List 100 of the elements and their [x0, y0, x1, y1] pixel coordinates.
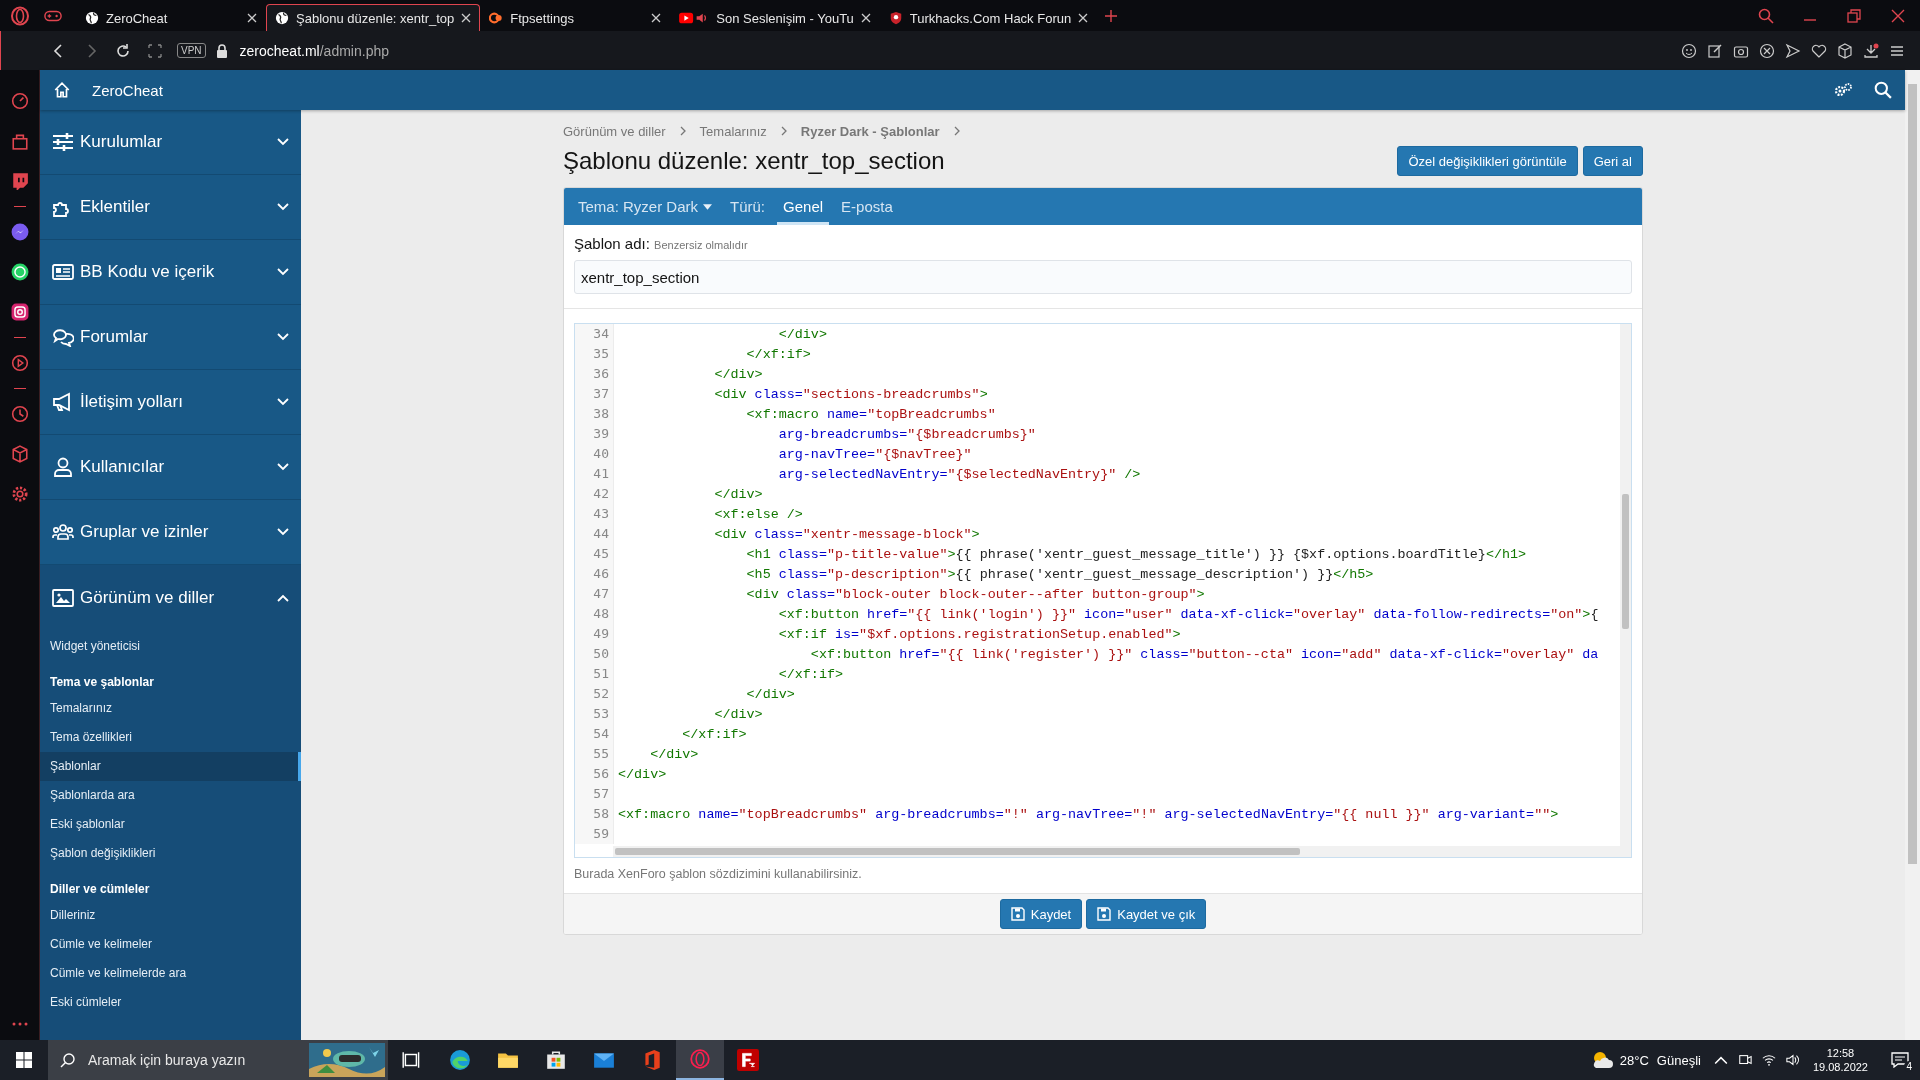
save-button[interactable]: Kaydet ve çık: [1086, 899, 1207, 929]
sidebar-link[interactable]: Eski cümleler: [40, 988, 301, 1017]
send-icon[interactable]: [1785, 42, 1801, 59]
code-line: </div>: [617, 766, 667, 782]
template-name-field[interactable]: xentr_top_section: [574, 260, 1632, 294]
code-line: arg-navTree="{$navTree}": [777, 446, 972, 462]
sidebar-link[interactable]: Cümle ve kelimelerde ara: [40, 959, 301, 988]
edit-icon[interactable]: [1707, 42, 1723, 59]
browser-tab[interactable]: Şablonu düzenle: xentr_top: [266, 4, 481, 31]
sidebar-link[interactable]: Eski şablonlar: [40, 810, 301, 839]
play-icon[interactable]: [10, 354, 29, 372]
action-button[interactable]: Geri al: [1582, 146, 1643, 176]
whatsapp-icon[interactable]: [10, 263, 29, 281]
settings-icon[interactable]: [10, 485, 29, 503]
search-icon[interactable]: [1873, 81, 1893, 99]
sidebar-link[interactable]: Temalarınız: [40, 694, 301, 723]
speaker-icon[interactable]: [1785, 1053, 1800, 1067]
opera-logo-icon[interactable]: [10, 5, 30, 26]
chevron-icon: [277, 463, 289, 471]
sidebar-link[interactable]: Tema özellikleri: [40, 723, 301, 752]
search-icon[interactable]: [1758, 7, 1774, 24]
vpn-badge[interactable]: VPN: [177, 43, 206, 58]
sidebar-section[interactable]: Görünüm ve diller: [40, 565, 301, 630]
editor-hint: Burada XenForo şablon sözdizimini kullanabilirsiniz.: [574, 867, 863, 881]
browser-tab[interactable]: ZeroCheat: [76, 4, 266, 31]
code-line: <xf:button href="{{ link('login') }}" icon="user" data-xf-click="overlay" data-follow-redirects="on">{: [777, 606, 1599, 622]
theme-dropdown[interactable]: Tema: Ryzer Dark: [572, 188, 719, 225]
clock-icon[interactable]: [10, 405, 29, 423]
browser-tab[interactable]: Ftpsettings: [480, 4, 671, 31]
sidebar-link[interactable]: Şablon değişiklikleri: [40, 839, 301, 868]
breadcrumb-link[interactable]: Temalarınız: [699, 123, 767, 139]
chevron-right-icon: [780, 126, 787, 136]
type-tab[interactable]: E-posta: [835, 188, 899, 225]
line-number: 40: [575, 444, 614, 464]
page-scrollbar[interactable]: [1905, 70, 1920, 1040]
home-icon[interactable]: [52, 81, 72, 99]
store-icon[interactable]: [545, 1049, 567, 1071]
line-number: 46: [575, 564, 614, 584]
restore-icon[interactable]: [1846, 7, 1862, 24]
chevron-right-icon: [953, 126, 960, 136]
new-tab-icon[interactable]: [1105, 9, 1118, 22]
shield-icon: [888, 11, 903, 25]
sidebar-link[interactable]: Dilleriniz: [40, 901, 301, 930]
close-icon[interactable]: [247, 13, 257, 23]
more-icon[interactable]: [11, 1022, 28, 1026]
action-button[interactable]: Özel değişiklikleri görüntüle: [1397, 146, 1578, 176]
site-title[interactable]: ZeroCheat: [92, 81, 163, 99]
line-number: 57: [575, 784, 614, 804]
sidebar-link[interactable]: Şablonlarda ara: [40, 781, 301, 810]
sidebar-link[interactable]: Şablonlar: [40, 752, 301, 781]
code-line: </div>: [713, 486, 763, 502]
messenger-icon[interactable]: [10, 223, 29, 241]
breadcrumb-link[interactable]: Ryzer Dark - Şablonlar: [800, 123, 940, 139]
filezilla-icon[interactable]: [737, 1049, 759, 1071]
line-number: 59: [575, 824, 614, 844]
opera-gx-icon[interactable]: [689, 1048, 711, 1070]
clock-time[interactable]: 12:58: [1826, 1047, 1855, 1059]
save-button[interactable]: Kaydet: [999, 899, 1083, 929]
download-icon[interactable]: [1863, 42, 1879, 59]
block-icon[interactable]: [1759, 42, 1775, 59]
line-number: 56: [575, 764, 614, 784]
address-field[interactable]: zerocheat.ml/admin.php: [239, 42, 389, 59]
sidebar-link[interactable]: Cümle ve kelimeler: [40, 930, 301, 959]
instagram-icon[interactable]: [10, 303, 29, 321]
type-tab[interactable]: Genel: [777, 188, 830, 225]
close-icon[interactable]: [860, 13, 871, 23]
horizontal-scrollbar[interactable]: [613, 846, 1631, 857]
windows-start-icon[interactable]: [16, 1052, 32, 1068]
cube-icon[interactable]: [1837, 42, 1853, 59]
weather-text[interactable]: Güneşli: [1656, 1052, 1701, 1068]
code-line: <h5 class="p-description">{{ phrase('xentr_guest_message_description') }}</h5>: [745, 566, 1374, 582]
line-number: 44: [575, 524, 614, 544]
code-editor[interactable]: [574, 323, 1632, 858]
clock-date[interactable]: 19.08.2022: [1812, 1061, 1868, 1073]
reload-icon[interactable]: [115, 42, 131, 59]
temperature[interactable]: 28°C: [1619, 1052, 1649, 1068]
gears-icon[interactable]: [1833, 81, 1853, 99]
vertical-scrollbar[interactable]: [1620, 324, 1631, 846]
twitch-icon[interactable]: [10, 172, 29, 190]
edge-icon[interactable]: [449, 1049, 471, 1071]
browser-tab[interactable]: Son Seslenişim - YouTu: [670, 4, 880, 31]
cube-icon[interactable]: [10, 445, 29, 463]
line-number: 45: [575, 544, 614, 564]
heart-icon[interactable]: [1811, 42, 1827, 59]
close-icon[interactable]: [1078, 13, 1089, 23]
bag-icon[interactable]: [10, 132, 29, 150]
gamepad-icon[interactable]: [44, 8, 62, 23]
wifi-icon[interactable]: [1761, 1053, 1776, 1067]
speedometer-icon[interactable]: [10, 92, 29, 110]
code-line: </div>: [713, 706, 763, 722]
sidebar-link[interactable]: Widget yöneticisi: [40, 632, 301, 661]
code-line: arg-selectedNavEntry="{$selectedNavEntry}" />: [777, 466, 1141, 482]
field-hint: Benzersiz olmalıdır: [654, 239, 748, 251]
image-icon: [52, 587, 74, 608]
grid-icon[interactable]: [147, 42, 163, 59]
breadcrumb-link[interactable]: Görünüm ve diller: [563, 123, 666, 139]
browser-tab[interactable]: Turkhacks.Com Hack Forun: [879, 4, 1098, 31]
close-icon[interactable]: [461, 13, 472, 23]
smiley-icon[interactable]: [1681, 42, 1697, 59]
close-icon[interactable]: [651, 13, 662, 23]
